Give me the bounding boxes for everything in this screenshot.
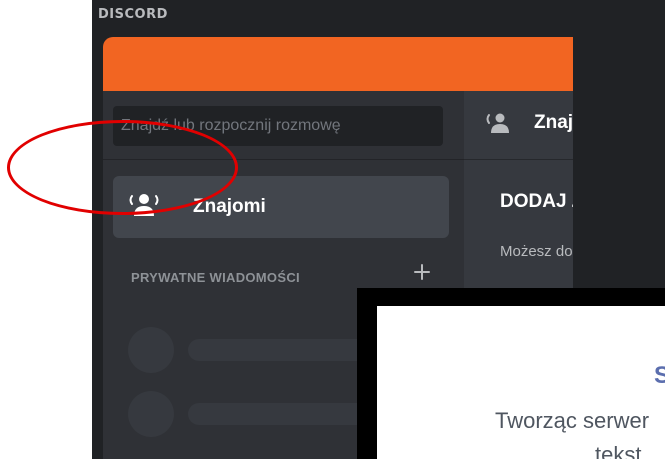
panel-divider [103,159,464,160]
tab-friends[interactable]: Znajomi [534,112,573,134]
sidebar-item-friends[interactable]: Znajomi [113,176,449,238]
wave-person-icon [486,111,516,140]
dm-placeholder-avatar [128,327,174,373]
discord-wordmark: DISCORD [98,7,168,22]
dm-placeholder-avatar [128,391,174,437]
friends-label: Znajomi [193,196,266,217]
add-friend-description: Możesz dodać znajomego [500,243,573,260]
update-banner [103,37,573,91]
modal-description-line2: tekst [595,442,642,459]
direct-messages-header: PRYWATNE WIADOMOŚCI [131,270,300,285]
header-divider [464,159,573,160]
add-friend-title: DODAJ ZNAJOMEGO [500,191,573,212]
plus-icon [414,264,430,280]
find-conversation-input[interactable] [113,106,443,146]
wave-person-icon [129,192,161,223]
create-dm-button[interactable] [414,261,430,285]
modal-description: Tworząc serwer [495,408,650,433]
create-server-modal: S Tworząc serwer tekst [377,306,665,459]
modal-title: S [654,362,665,389]
